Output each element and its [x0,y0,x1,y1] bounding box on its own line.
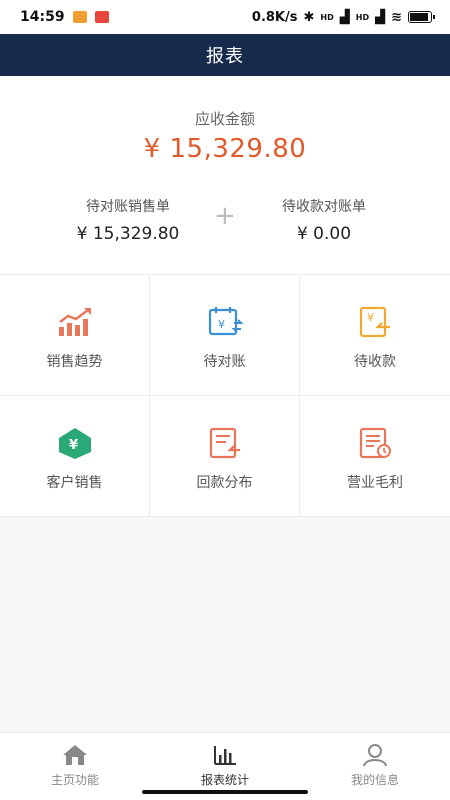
signal-icon-1: ▟ [339,9,350,25]
bar-chart-icon [214,746,236,765]
trend-chart-icon [58,308,91,336]
home-indicator[interactable] [142,790,308,794]
status-time: 14:59 [20,9,65,25]
receivable-summary: 应收金额 ¥ 15,329.80 待对账销售单 ¥ 15,329.80 + 待收… [0,76,450,274]
grid-item-label: 待收款 [354,354,396,370]
payback-distribution-icon [209,427,240,459]
grid-item-label: 营业毛利 [347,475,403,491]
notification-icon-1 [72,11,87,23]
nav-label: 报表统计 [200,773,249,787]
nav-label: 主页功能 [50,773,99,787]
svg-text:¥: ¥ [367,311,374,324]
home-icon [63,745,87,765]
grid-item-label: 待对账 [203,354,246,370]
nav-item-profile[interactable]: 我的信息 [300,733,450,800]
notification-icon-2 [94,11,109,23]
receivable-amount: ¥ 15,329.80 [143,134,307,164]
pending-sales-block[interactable]: 待对账销售单 ¥ 15,329.80 [48,196,208,244]
signal-icon-2: ▟ [375,9,386,25]
report-grid: 销售趋势 ¥ 待对账 ¥ 待收款 ¥ 客户销售 回款分布 营业毛利 [0,274,450,517]
user-icon [363,744,387,767]
svg-text:¥: ¥ [218,318,225,331]
receivable-icon: ¥ [359,306,390,338]
pending-statement-label: 待收款对账单 [282,199,366,215]
grid-item-customer-sales[interactable]: ¥ 客户销售 [0,396,150,517]
page-header: 报表 [0,34,450,76]
grid-item-payback-distribution[interactable]: 回款分布 [150,396,300,517]
gross-profit-icon [359,427,391,459]
page-title: 报表 [206,46,244,67]
bluetooth-icon: ✱ [303,9,315,25]
grid-item-receivable[interactable]: ¥ 待收款 [300,275,450,396]
grid-item-reconcile[interactable]: ¥ 待对账 [150,275,300,396]
receivable-label: 应收金额 [194,110,255,128]
network-speed: 0.8K/s [251,9,298,25]
reconcile-icon: ¥ [208,307,243,336]
grid-item-label: 销售趋势 [46,354,103,370]
signal-hd-1: HD [320,12,334,22]
status-bar: 14:59 0.8K/s ✱ HD ▟ HD ▟ ≋ [0,0,450,34]
grid-item-label: 回款分布 [196,475,253,491]
svg-text:¥: ¥ [69,438,78,453]
nav-label: 我的信息 [350,773,399,787]
grid-item-label: 客户销售 [46,475,103,491]
wifi-icon: ≋ [391,9,402,25]
pending-statement-block[interactable]: 待收款对账单 ¥ 0.00 [244,196,404,244]
battery-icon [408,11,435,23]
customer-sales-icon: ¥ [58,428,91,459]
grid-item-sales-trend[interactable]: 销售趋势 [0,275,150,396]
pending-sales-label: 待对账销售单 [86,199,170,215]
pending-statement-value: ¥ 0.00 [296,224,352,244]
signal-hd-2: HD [355,12,370,22]
grid-item-gross-profit[interactable]: 营业毛利 [300,396,450,517]
nav-item-home[interactable]: 主页功能 [0,733,150,800]
pending-sales-value: ¥ 15,329.80 [76,224,180,244]
plus-sign: + [214,201,236,231]
